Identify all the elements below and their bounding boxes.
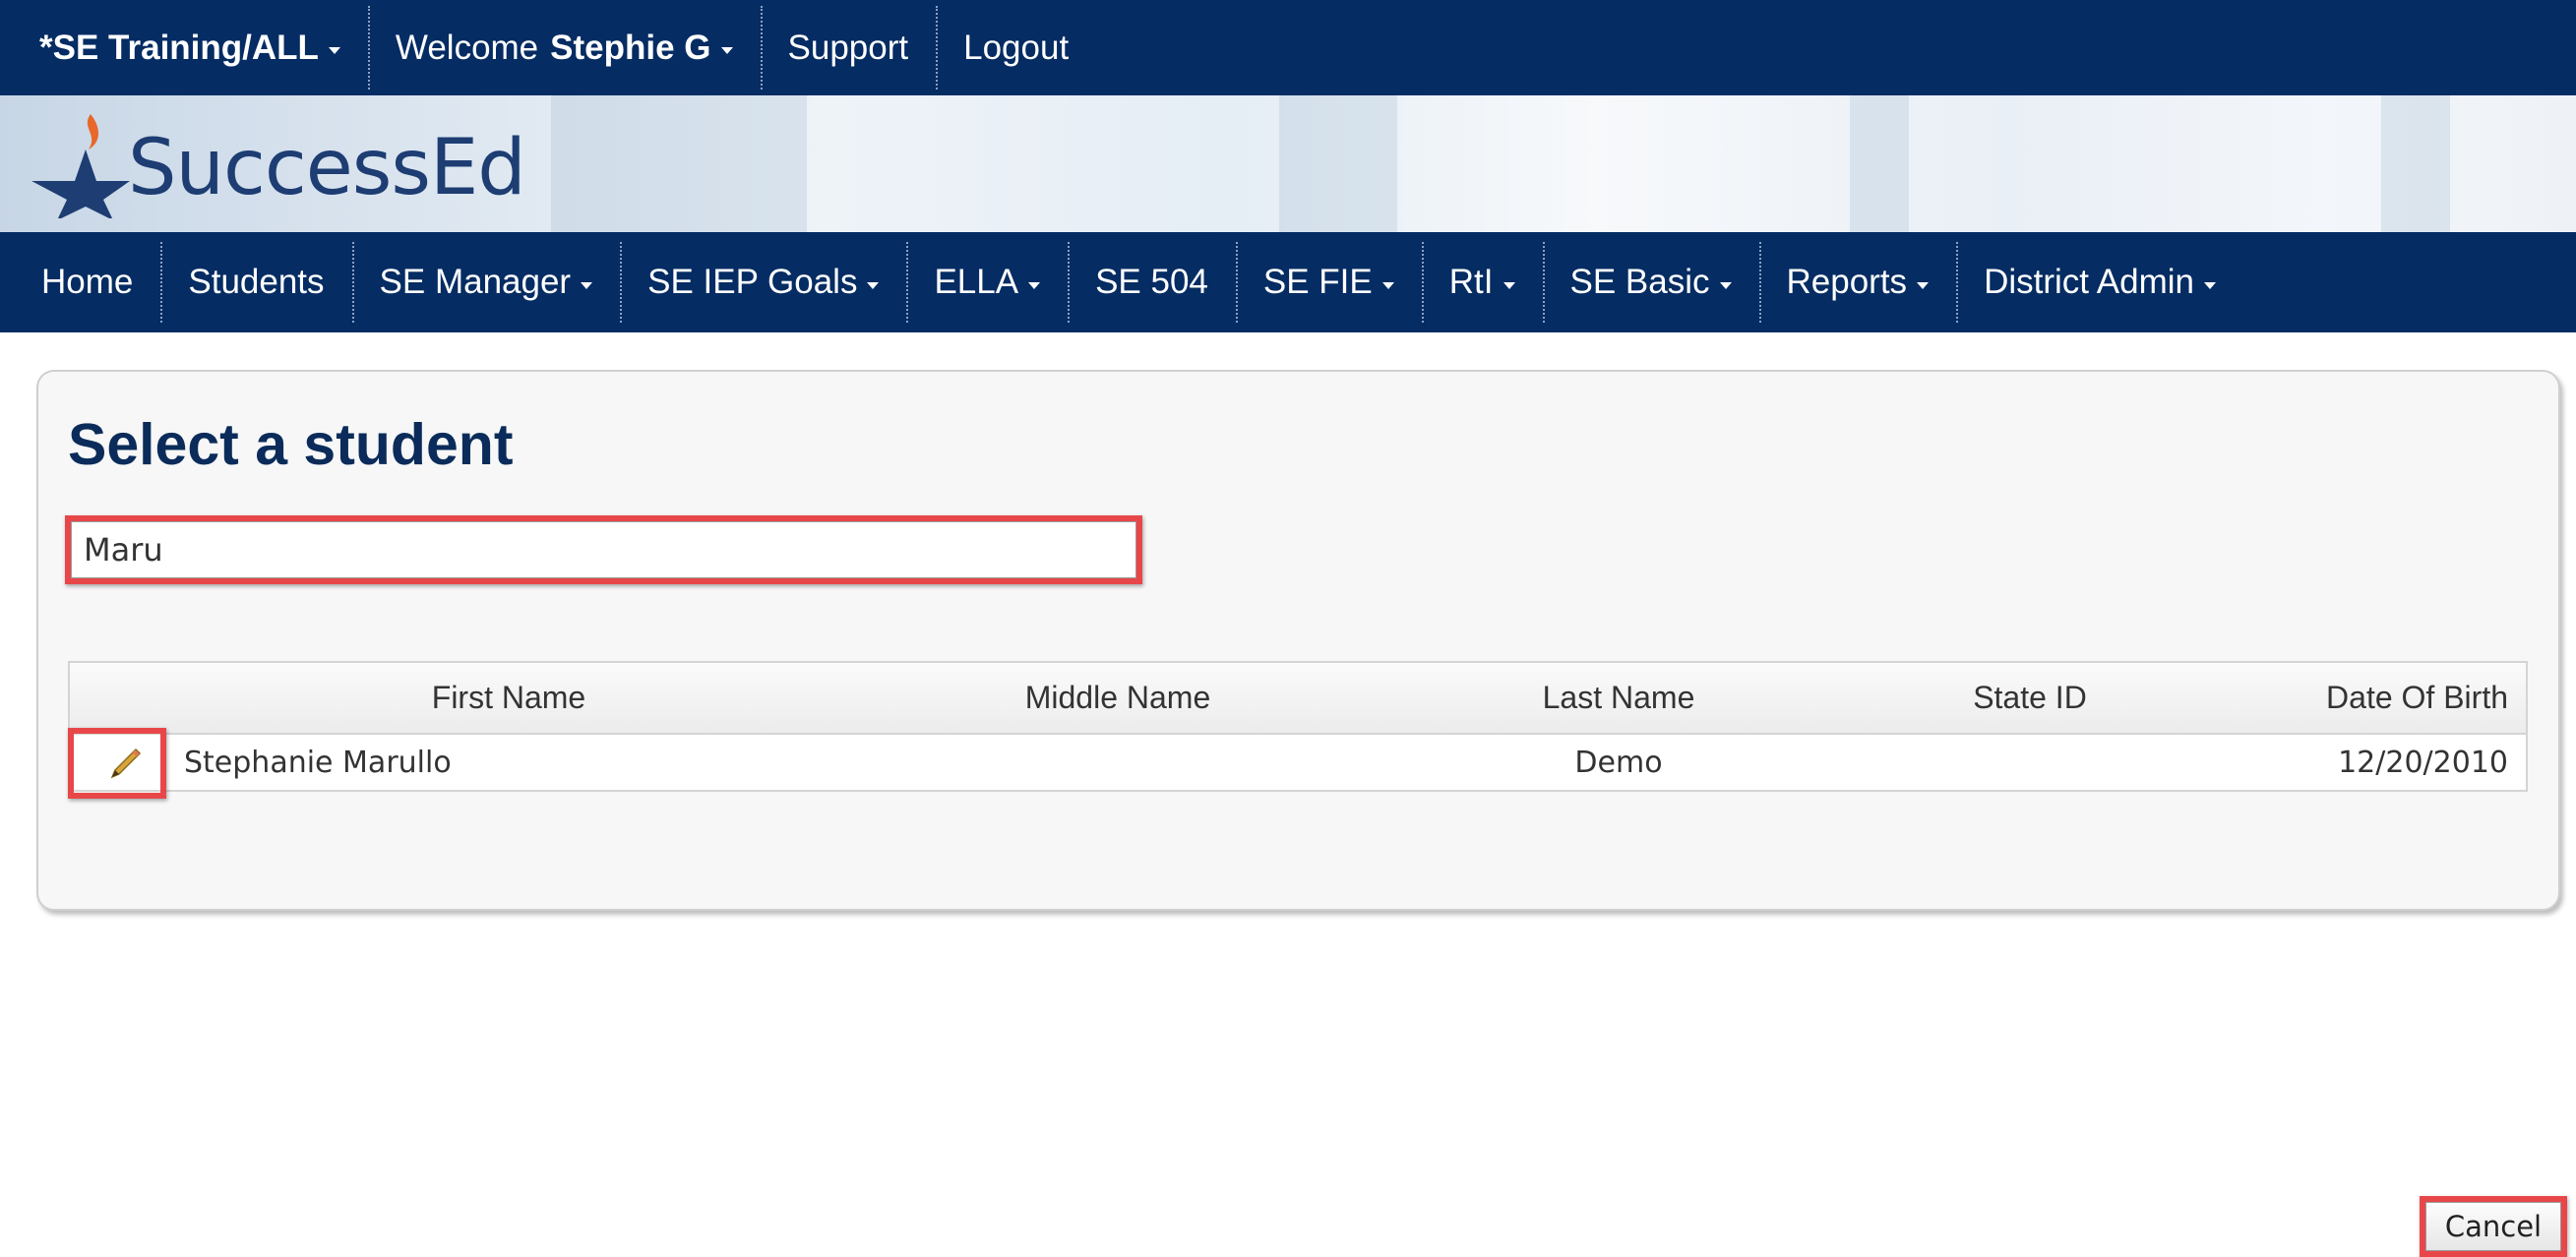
star-flame-logo-icon (31, 114, 130, 218)
nav-se-fie[interactable]: SE FIE (1235, 232, 1422, 332)
nav-label: RtI (1448, 263, 1494, 301)
banner-decoration (1850, 95, 1909, 232)
pencil-icon (110, 748, 142, 779)
select-student-panel: Select a student First Name Middle Name … (36, 370, 2567, 1257)
top-bar: *SE Training/ALL Welcome Stephie G Suppo… (0, 0, 2576, 95)
search-highlight (65, 515, 1142, 584)
nav-se-504[interactable]: SE 504 (1068, 232, 1236, 332)
header-state-id[interactable]: State ID (1839, 680, 2221, 716)
header-banner: SuccessEd (0, 95, 2576, 232)
nav-rti[interactable]: RtI (1421, 232, 1543, 332)
user-menu[interactable]: Welcome Stephie G (367, 0, 761, 95)
chevron-down-icon (1503, 281, 1515, 289)
nav-label: SE Manager (379, 263, 572, 301)
header-last-name[interactable]: Last Name (1398, 680, 1839, 716)
logout-label: Logout (963, 28, 1070, 67)
support-label: Support (787, 28, 909, 67)
nav-ella[interactable]: ELLA (906, 232, 1068, 332)
chevron-down-icon (867, 281, 880, 289)
header-first-name[interactable]: First Name (180, 680, 837, 716)
chevron-down-icon (328, 47, 340, 54)
nav-label: SE 504 (1095, 263, 1208, 301)
district-selector-label: *SE Training/ALL (39, 28, 319, 67)
user-name: Stephie G (550, 28, 711, 67)
logout-link[interactable]: Logout (936, 0, 1096, 95)
page-title: Select a student (68, 412, 514, 477)
district-selector[interactable]: *SE Training/ALL (0, 0, 368, 95)
welcome-label: Welcome (395, 28, 539, 67)
table-row[interactable]: Stephanie Marullo Demo 12/20/2010 (68, 735, 2528, 792)
nav-reports[interactable]: Reports (1758, 232, 1957, 332)
table-header: First Name Middle Name Last Name State I… (68, 661, 2528, 735)
student-search-input[interactable] (71, 521, 1136, 578)
nav-label: Students (188, 263, 325, 301)
cell-first-name: Stephanie Marullo (184, 745, 452, 780)
nav-district-admin[interactable]: District Admin (1956, 232, 2243, 332)
chevron-down-icon (1917, 281, 1930, 289)
header-middle-name[interactable]: Middle Name (837, 680, 1398, 716)
nav-label: ELLA (934, 263, 1019, 301)
cancel-highlight: Cancel (2420, 1196, 2567, 1257)
nav-label: Home (41, 263, 134, 301)
nav-se-manager[interactable]: SE Manager (351, 232, 621, 332)
nav-home[interactable]: Home (0, 232, 160, 332)
cancel-button[interactable]: Cancel (2425, 1202, 2561, 1251)
nav-label: District Admin (1984, 263, 2194, 301)
cell-date-of-birth: 12/20/2010 (2338, 745, 2508, 780)
main-nav: Home Students SE Manager SE IEP Goals EL… (0, 232, 2576, 332)
edit-student-button[interactable] (70, 735, 180, 790)
chevron-down-icon (2204, 281, 2216, 289)
student-results-table: First Name Middle Name Last Name State I… (68, 661, 2528, 792)
nav-label: SE IEP Goals (647, 263, 858, 301)
nav-se-iep-goals[interactable]: SE IEP Goals (620, 232, 906, 332)
header-action (70, 663, 180, 733)
support-link[interactable]: Support (760, 0, 937, 95)
chevron-down-icon (1028, 281, 1041, 289)
nav-label: SE FIE (1262, 263, 1373, 301)
banner-decoration (2381, 95, 2450, 232)
chevron-down-icon (581, 281, 593, 289)
nav-students[interactable]: Students (160, 232, 351, 332)
nav-se-basic[interactable]: SE Basic (1542, 232, 1759, 332)
successed-logo[interactable]: SuccessEd (30, 109, 526, 219)
chevron-down-icon (720, 47, 733, 54)
cell-last-name: Demo (1574, 745, 1663, 780)
nav-label: SE Basic (1569, 263, 1710, 301)
banner-decoration (551, 95, 807, 232)
chevron-down-icon (1381, 281, 1394, 289)
logo-text: SuccessEd (128, 124, 526, 212)
nav-label: Reports (1786, 263, 1908, 301)
chevron-down-icon (1719, 281, 1732, 289)
banner-decoration (1279, 95, 1397, 232)
header-date-of-birth[interactable]: Date Of Birth (2221, 680, 2526, 716)
